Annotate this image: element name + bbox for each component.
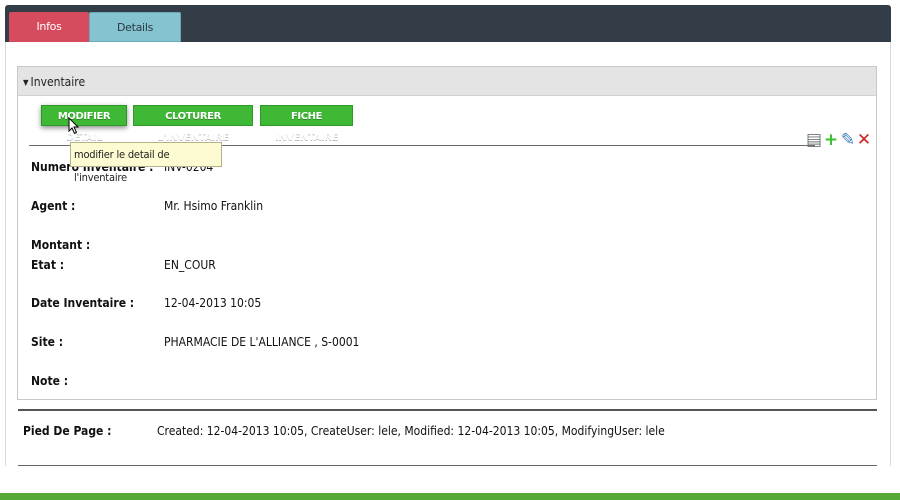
- bottom-bar: [0, 493, 900, 500]
- edit-icon[interactable]: ✎: [840, 129, 856, 151]
- close-inventory-button[interactable]: CLOTURER L'INVENTAIRE: [133, 105, 253, 143]
- etat-label: Etat :: [31, 258, 65, 272]
- page: Infos Inventaire Details Inventaires ▼In…: [0, 0, 900, 500]
- note-label: Note :: [31, 374, 69, 388]
- tab-bar: Infos Inventaire Details Inventaires: [5, 5, 891, 64]
- fieldset-legend[interactable]: ▼ Inventaire: [18, 67, 876, 96]
- legend-label: Inventaire: [30, 75, 86, 89]
- agent-label: Agent :: [31, 199, 76, 213]
- pied-de-page-value: Created: 12-04-2013 10:05, CreateUser: l…: [157, 424, 665, 438]
- books-icon[interactable]: ▤: [806, 129, 822, 151]
- site-label: Site :: [31, 335, 64, 349]
- delete-icon[interactable]: ✕: [856, 129, 872, 151]
- montant-label: Montant :: [31, 238, 91, 252]
- tooltip: modifier le detail de l'inventaire: [70, 142, 222, 184]
- modify-detail-button[interactable]: MODIFIER DETAIL: [41, 105, 127, 143]
- footer-bottom-divider: [18, 465, 877, 466]
- footer-top-divider: [18, 409, 877, 411]
- agent-value: Mr. Hsimo Franklin: [164, 199, 264, 213]
- date-inventaire-label: Date Inventaire :: [31, 296, 135, 310]
- pied-de-page-label: Pied De Page :: [23, 424, 112, 438]
- collapse-triangle-icon[interactable]: ▼: [23, 78, 29, 87]
- date-inventaire-value: 12-04-2013 10:05: [164, 296, 262, 310]
- site-value: PHARMACIE DE L'ALLIANCE , S-0001: [164, 335, 360, 349]
- add-icon[interactable]: +: [823, 129, 839, 151]
- inventory-sheet-button[interactable]: FICHE INVENTAIRE: [260, 105, 353, 143]
- etat-value: EN_COUR: [164, 258, 216, 272]
- tab-details-inventaires[interactable]: Details Inventaires: [89, 12, 181, 64]
- mouse-cursor-icon: [68, 117, 80, 135]
- tab-infos-inventaire[interactable]: Infos Inventaire: [9, 12, 89, 63]
